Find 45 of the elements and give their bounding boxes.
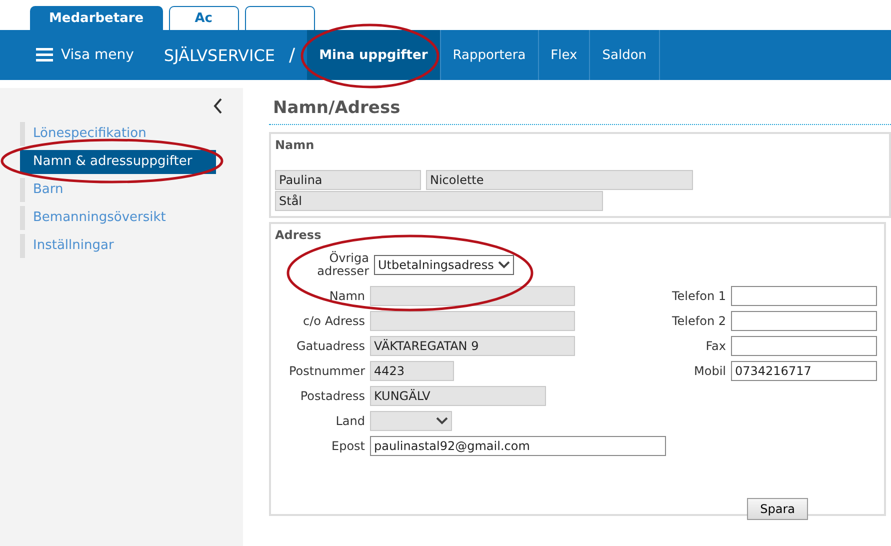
input-field[interactable] (370, 311, 575, 331)
input-field[interactable]: 4423 (370, 361, 454, 381)
section-heading: Namn (275, 138, 316, 152)
field-label: Gatuadress (296, 339, 365, 353)
field-label: Telefon 1 (670, 289, 726, 303)
field-label: Telefon 2 (670, 314, 726, 328)
top-tab[interactable]: Medarbetare (30, 6, 163, 30)
breadcrumb-separator: / (289, 44, 296, 68)
top-tab[interactable] (244, 6, 315, 30)
field-label: Postadress (299, 389, 365, 403)
address-dropdown[interactable]: Utbetalningsadress (374, 255, 514, 275)
chevron-down-icon (498, 261, 510, 269)
menu-icon (36, 48, 53, 62)
sidebar-item[interactable]: Namn & adressuppgifter (20, 150, 216, 174)
middle-name-field[interactable]: Nicolette (426, 170, 693, 190)
input-field[interactable] (731, 286, 877, 306)
field-label: Övriga adresser (316, 252, 369, 278)
field-label: c/o Adress (302, 314, 365, 328)
nav-item[interactable]: Rapportera (440, 30, 539, 80)
field-label: Namn (328, 289, 365, 303)
save-button[interactable]: Spara (747, 498, 808, 520)
section-heading: Adress (275, 228, 322, 242)
nav-item[interactable]: Saldon (590, 30, 660, 80)
input-field[interactable]: 0734216717 (731, 361, 877, 381)
input-field[interactable]: KUNGÄLV (370, 386, 546, 406)
nav-item[interactable]: Mina uppgifter (307, 30, 441, 80)
field-label: Epost (330, 439, 365, 453)
last-name-field[interactable]: Stål (275, 191, 603, 211)
field-label: Postnummer (288, 364, 365, 378)
collapse-button[interactable] (213, 98, 223, 114)
input-field[interactable]: VÄKTAREGATAN 9 (370, 336, 575, 356)
input-field[interactable] (731, 311, 877, 331)
field-label: Mobil (693, 364, 726, 378)
menu-button[interactable]: Visa meny (36, 30, 134, 80)
input-field[interactable] (370, 286, 575, 306)
first-name-field[interactable]: Paulina (275, 170, 421, 190)
section-title: SJÄLVSERVICE (164, 44, 275, 66)
top-tab[interactable]: Ac (168, 6, 239, 30)
nav-item[interactable]: Flex (538, 30, 590, 80)
input-field[interactable] (731, 336, 877, 356)
chevron-down-icon (436, 417, 448, 425)
field-label: Fax (704, 339, 726, 353)
input-field[interactable]: paulinastal92@gmail.com (370, 436, 666, 456)
field-label: Land (334, 414, 365, 428)
page-title: Namn/Adress (269, 98, 891, 125)
